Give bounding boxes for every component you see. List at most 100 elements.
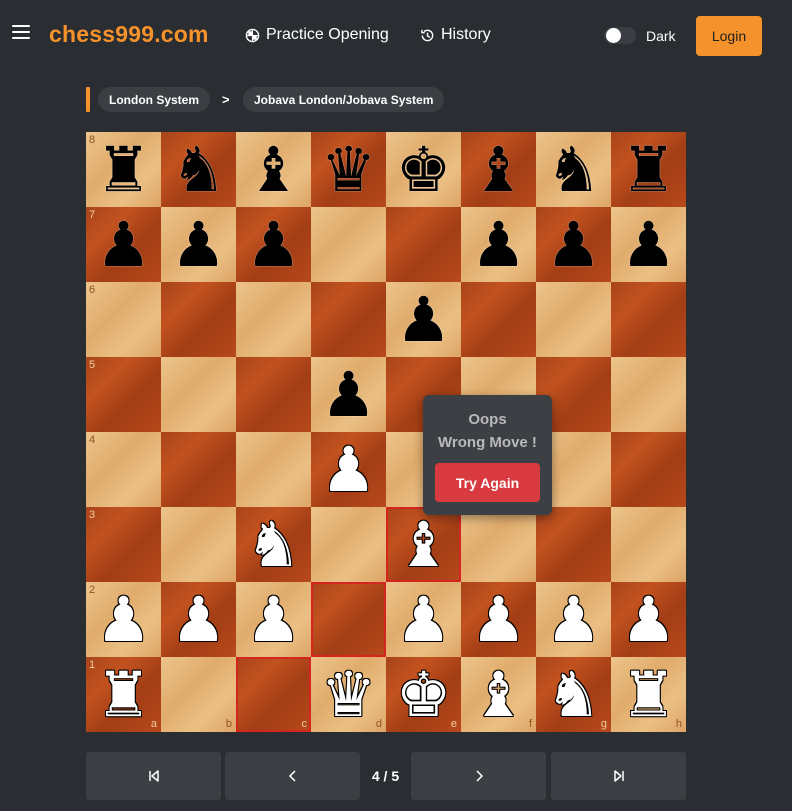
square-d7[interactable] — [311, 207, 386, 282]
square-d4[interactable]: ♟ — [311, 432, 386, 507]
white-pawn-icon[interactable]: ♟ — [236, 582, 311, 657]
square-b8[interactable]: ♞ — [161, 132, 236, 207]
square-h5[interactable] — [611, 357, 686, 432]
black-pawn-icon[interactable]: ♟ — [611, 207, 686, 282]
square-a8[interactable]: 8 ♜ — [86, 132, 161, 207]
square-g2[interactable]: ♟ — [536, 582, 611, 657]
square-d2[interactable] — [311, 582, 386, 657]
square-a5[interactable]: 5 — [86, 357, 161, 432]
black-pawn-icon[interactable]: ♟ — [386, 282, 461, 357]
white-pawn-icon[interactable]: ♟ — [311, 432, 386, 507]
square-a4[interactable]: 4 — [86, 432, 161, 507]
white-bishop-icon[interactable]: ♝ — [386, 507, 461, 582]
square-d3[interactable] — [311, 507, 386, 582]
black-pawn-icon[interactable]: ♟ — [461, 207, 536, 282]
square-f8[interactable]: ♝ — [461, 132, 536, 207]
next-move-button[interactable] — [411, 752, 546, 800]
menu-icon[interactable] — [12, 25, 30, 39]
square-c6[interactable] — [236, 282, 311, 357]
previous-move-button[interactable] — [225, 752, 360, 800]
square-a3[interactable]: 3 — [86, 507, 161, 582]
square-b6[interactable] — [161, 282, 236, 357]
white-pawn-icon[interactable]: ♟ — [611, 582, 686, 657]
white-knight-icon[interactable]: ♞ — [236, 507, 311, 582]
square-h7[interactable]: ♟ — [611, 207, 686, 282]
square-b7[interactable]: ♟ — [161, 207, 236, 282]
practice-opening-link[interactable]: Practice Opening — [245, 26, 389, 44]
white-bishop-icon[interactable]: ♝ — [461, 657, 536, 732]
black-queen-icon[interactable]: ♛ — [311, 132, 386, 207]
white-pawn-icon[interactable]: ♟ — [86, 582, 161, 657]
square-g7[interactable]: ♟ — [536, 207, 611, 282]
square-h8[interactable]: ♜ — [611, 132, 686, 207]
square-h2[interactable]: ♟ — [611, 582, 686, 657]
white-pawn-icon[interactable]: ♟ — [461, 582, 536, 657]
square-e7[interactable] — [386, 207, 461, 282]
white-rook-icon[interactable]: ♜ — [611, 657, 686, 732]
square-a7[interactable]: 7 ♟ — [86, 207, 161, 282]
white-rook-icon[interactable]: ♜ — [86, 657, 161, 732]
login-button[interactable]: Login — [696, 16, 762, 56]
square-b2[interactable]: ♟ — [161, 582, 236, 657]
first-move-button[interactable] — [86, 752, 221, 800]
square-c5[interactable] — [236, 357, 311, 432]
square-h3[interactable] — [611, 507, 686, 582]
square-e2[interactable]: ♟ — [386, 582, 461, 657]
square-d6[interactable] — [311, 282, 386, 357]
square-h4[interactable] — [611, 432, 686, 507]
square-e1[interactable]: e ♚ — [386, 657, 461, 732]
square-b4[interactable] — [161, 432, 236, 507]
chess-board[interactable]: 8 ♜ ♞ ♝ ♛ ♚ ♝ ♞ ♜ 7 ♟ ♟ ♟ ♟ ♟ ♟ 6 ♟ 5 ♟ 4 ♟ 3 ♞ ♝ 2 ♟ ♟ ♟ ♟ ♟ ♟ ♟ 1 a ♜ b c d ♛… — [86, 132, 686, 732]
square-b3[interactable] — [161, 507, 236, 582]
black-rook-icon[interactable]: ♜ — [86, 132, 161, 207]
square-f7[interactable]: ♟ — [461, 207, 536, 282]
breadcrumb-item-opening[interactable]: London System — [98, 87, 211, 112]
breadcrumb-item-variation[interactable]: Jobava London/Jobava System — [243, 87, 445, 112]
square-d8[interactable]: ♛ — [311, 132, 386, 207]
black-bishop-icon[interactable]: ♝ — [236, 132, 311, 207]
square-f6[interactable] — [461, 282, 536, 357]
square-f3[interactable] — [461, 507, 536, 582]
history-link[interactable]: History — [420, 26, 491, 44]
black-king-icon[interactable]: ♚ — [386, 132, 461, 207]
black-knight-icon[interactable]: ♞ — [536, 132, 611, 207]
square-d1[interactable]: d ♛ — [311, 657, 386, 732]
square-e8[interactable]: ♚ — [386, 132, 461, 207]
square-a1[interactable]: 1 a ♜ — [86, 657, 161, 732]
last-move-button[interactable] — [551, 752, 686, 800]
try-again-button[interactable]: Try Again — [435, 463, 540, 502]
white-queen-icon[interactable]: ♛ — [311, 657, 386, 732]
black-pawn-icon[interactable]: ♟ — [161, 207, 236, 282]
white-king-icon[interactable]: ♚ — [386, 657, 461, 732]
square-c3[interactable]: ♞ — [236, 507, 311, 582]
black-bishop-icon[interactable]: ♝ — [461, 132, 536, 207]
square-c8[interactable]: ♝ — [236, 132, 311, 207]
square-f1[interactable]: f ♝ — [461, 657, 536, 732]
square-a2[interactable]: 2 ♟ — [86, 582, 161, 657]
white-pawn-icon[interactable]: ♟ — [386, 582, 461, 657]
dark-mode-toggle[interactable] — [604, 27, 636, 44]
black-knight-icon[interactable]: ♞ — [161, 132, 236, 207]
square-c7[interactable]: ♟ — [236, 207, 311, 282]
black-pawn-icon[interactable]: ♟ — [311, 357, 386, 432]
brand-logo[interactable]: chess999.com — [49, 21, 209, 48]
square-c1[interactable]: c — [236, 657, 311, 732]
square-g6[interactable] — [536, 282, 611, 357]
square-e6[interactable]: ♟ — [386, 282, 461, 357]
square-g3[interactable] — [536, 507, 611, 582]
white-pawn-icon[interactable]: ♟ — [161, 582, 236, 657]
square-g8[interactable]: ♞ — [536, 132, 611, 207]
black-rook-icon[interactable]: ♜ — [611, 132, 686, 207]
square-d5[interactable]: ♟ — [311, 357, 386, 432]
square-b5[interactable] — [161, 357, 236, 432]
black-pawn-icon[interactable]: ♟ — [86, 207, 161, 282]
black-pawn-icon[interactable]: ♟ — [536, 207, 611, 282]
square-f2[interactable]: ♟ — [461, 582, 536, 657]
square-c2[interactable]: ♟ — [236, 582, 311, 657]
white-knight-icon[interactable]: ♞ — [536, 657, 611, 732]
square-c4[interactable] — [236, 432, 311, 507]
square-b1[interactable]: b — [161, 657, 236, 732]
square-g1[interactable]: g ♞ — [536, 657, 611, 732]
black-pawn-icon[interactable]: ♟ — [236, 207, 311, 282]
white-pawn-icon[interactable]: ♟ — [536, 582, 611, 657]
